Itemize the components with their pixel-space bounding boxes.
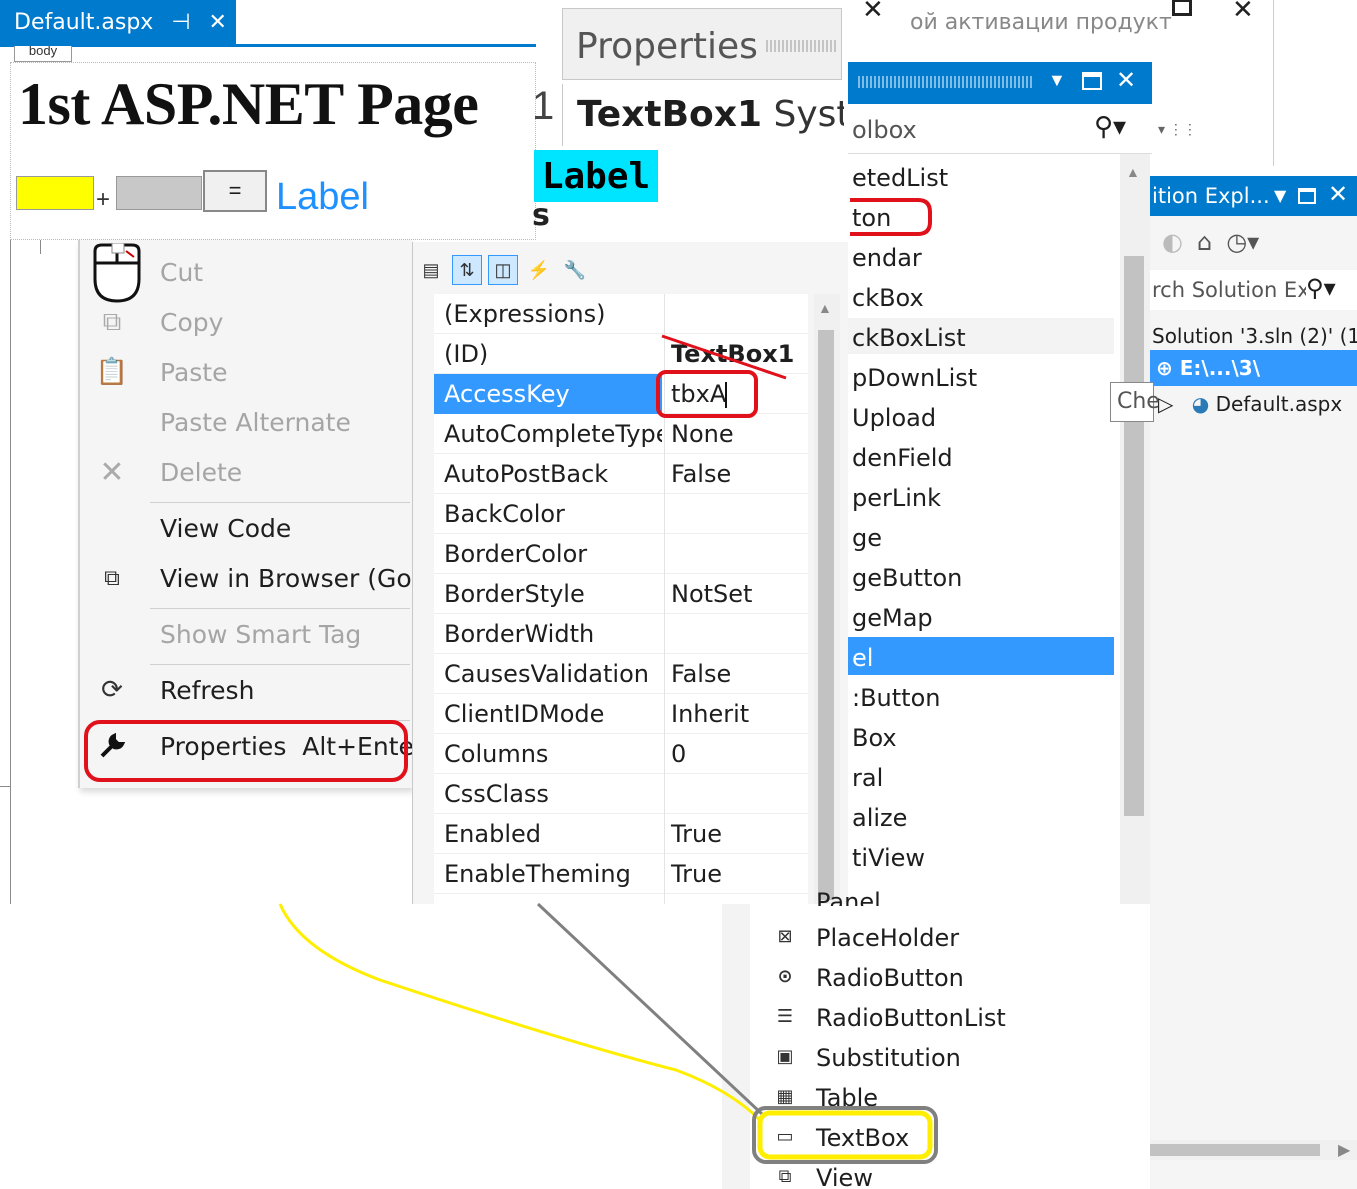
yellow-pointer-curve xyxy=(278,903,762,1122)
red-highlight-accesskey xyxy=(656,370,758,418)
red-highlight-button xyxy=(850,198,932,236)
annotation-overlay xyxy=(84,198,938,1164)
yellow-highlight-textbox xyxy=(757,1110,933,1160)
gray-pointer-line xyxy=(536,902,764,1116)
red-highlight-properties xyxy=(84,720,408,782)
gray-highlight-textbox xyxy=(752,1106,938,1164)
